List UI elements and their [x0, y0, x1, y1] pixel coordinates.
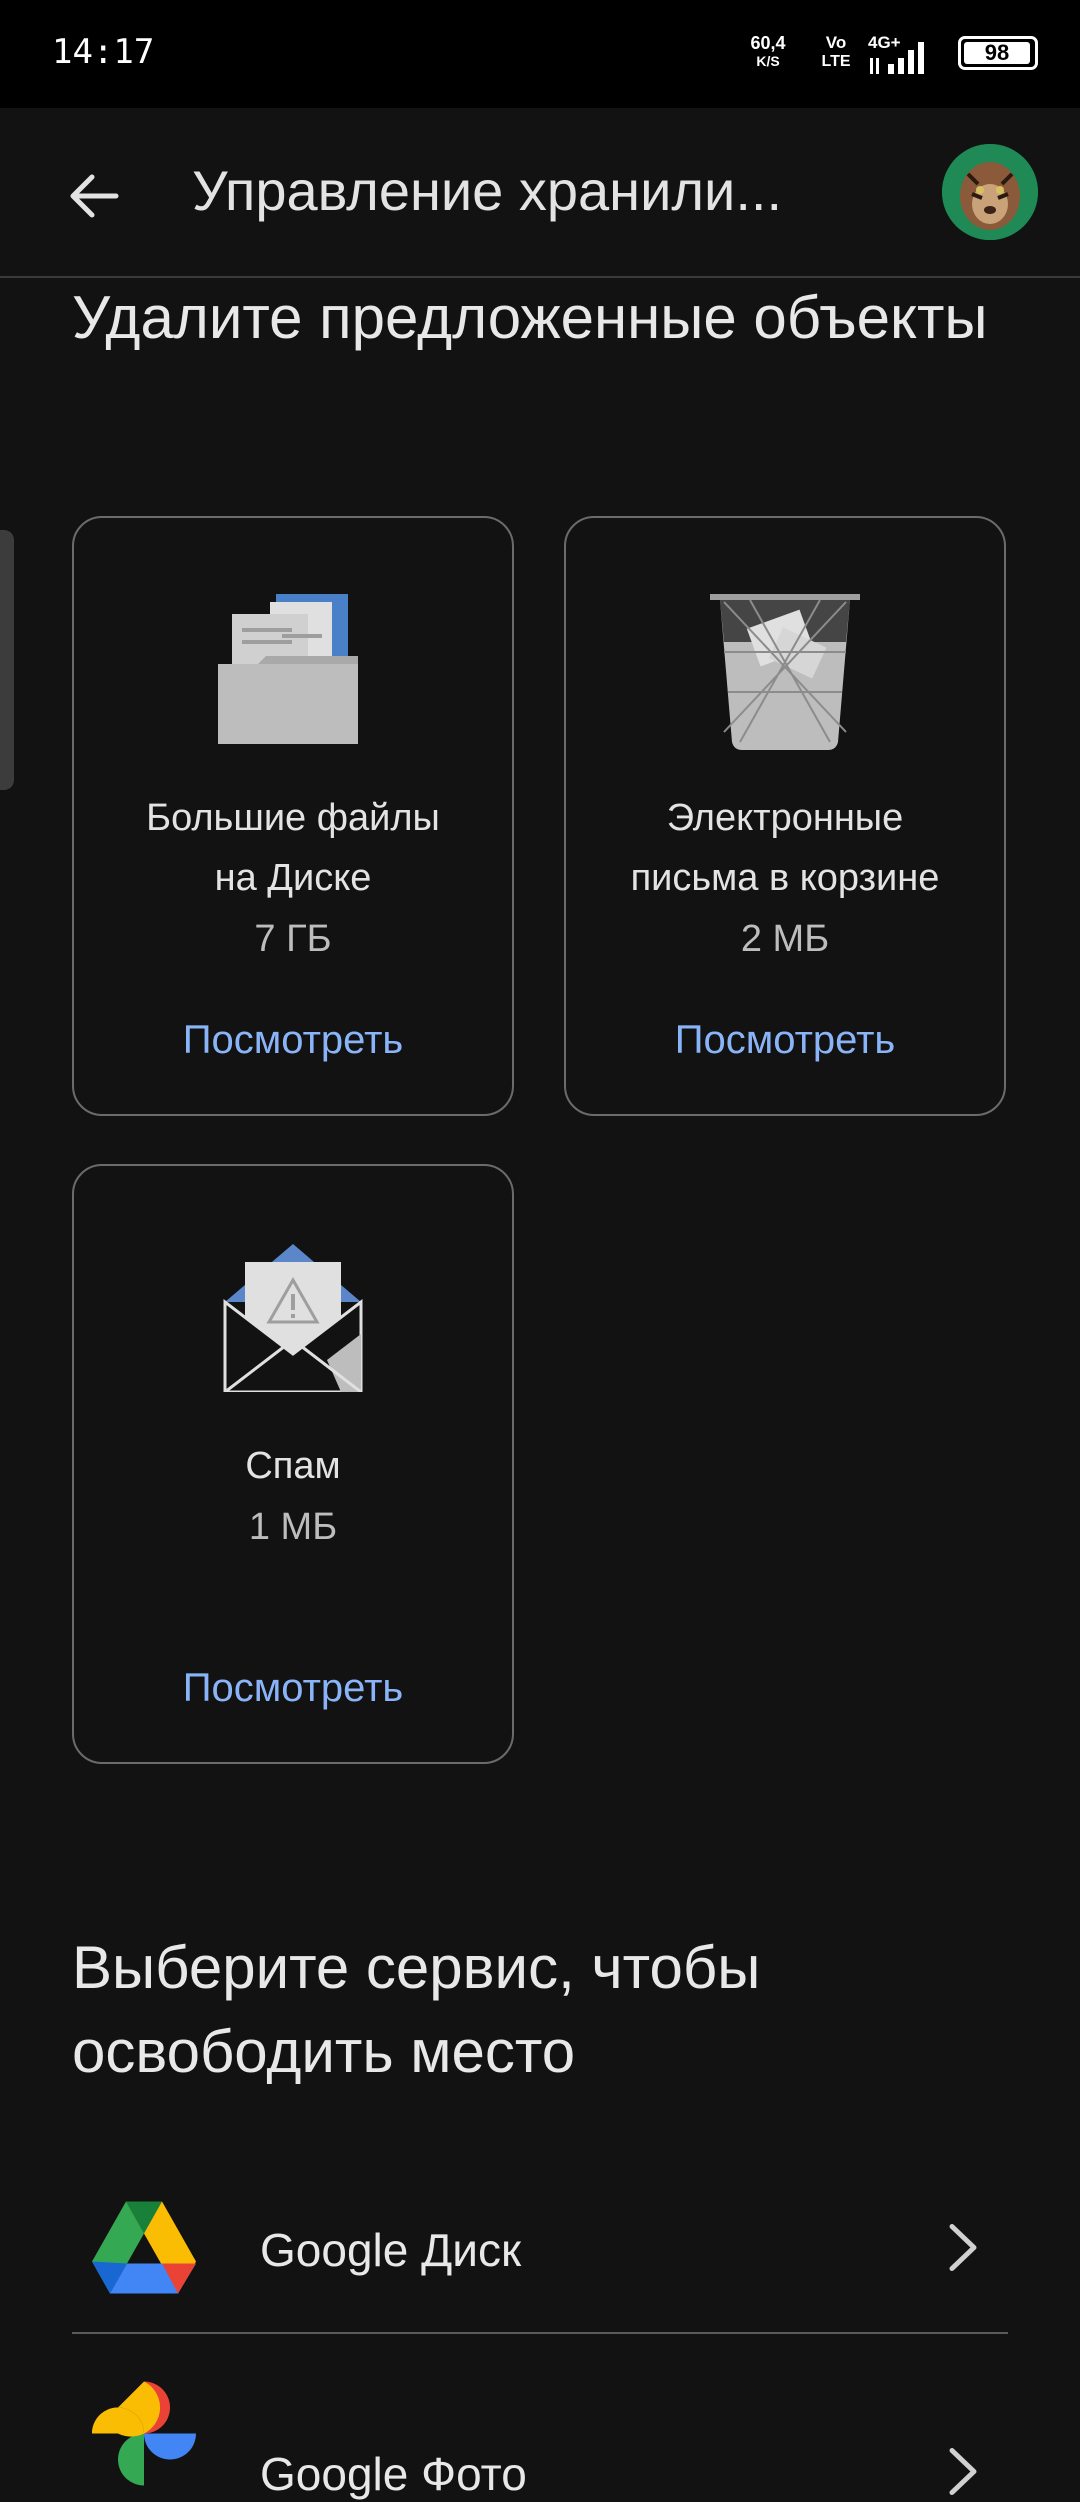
- card-title-line1: Большие файлы: [146, 797, 440, 839]
- spam-envelope-icon: [223, 1242, 363, 1394]
- google-drive-icon: [92, 2201, 196, 2299]
- large-files-card[interactable]: Большие файлы на Диске 7 ГБ Посмотреть: [72, 516, 514, 1116]
- volte-bottom: LTE: [821, 53, 851, 70]
- view-button[interactable]: Посмотреть: [74, 1018, 512, 1063]
- view-button[interactable]: Посмотреть: [566, 1018, 1004, 1063]
- network-speed: 60,4 K/S: [738, 34, 798, 68]
- profile-avatar[interactable]: [942, 144, 1038, 240]
- trash-bin-icon: [710, 592, 860, 752]
- network-type: 4G+: [868, 33, 901, 52]
- network-speed-unit: K/S: [756, 53, 780, 69]
- folder-files-icon: [218, 594, 368, 744]
- card-title-line1: Электронные: [666, 797, 904, 839]
- arrow-back-icon[interactable]: [64, 166, 124, 226]
- chevron-right-icon: [948, 2447, 978, 2502]
- status-time: 14:17: [52, 32, 155, 72]
- card-title-line2: письма в корзине: [630, 857, 940, 899]
- network-speed-value: 60,4: [750, 33, 786, 53]
- app-bar: Управление хранили...: [0, 108, 1080, 278]
- card-title: Спам: [245, 1445, 341, 1487]
- signal-icon: 4G+: [868, 32, 926, 76]
- chevron-right-icon: [948, 2223, 978, 2278]
- card-title-line2: на Диске: [214, 857, 372, 899]
- view-button[interactable]: Посмотреть: [74, 1666, 512, 1711]
- service-google-photos[interactable]: Google Фото: [72, 2340, 1008, 2500]
- page-title: Управление хранили...: [192, 159, 782, 222]
- edge-panel-handle[interactable]: [0, 530, 14, 790]
- card-size: 7 ГБ: [254, 918, 332, 960]
- status-icons: 60,4 K/S Vo LTE 4G+ 98: [718, 30, 1038, 80]
- battery-icon: 98: [958, 36, 1038, 70]
- suggested-section-title: Удалите предложенные объекты: [72, 284, 988, 351]
- services-section-title: Выберите сервис, чтобы освободить место: [72, 1934, 761, 2085]
- google-photos-icon: [92, 2381, 196, 2491]
- battery-level: 98: [964, 42, 1030, 64]
- service-label: Google Фото: [260, 2448, 527, 2500]
- trash-emails-card[interactable]: Электронные письма в корзине 2 МБ Посмот…: [564, 516, 1006, 1116]
- card-size: 2 МБ: [740, 918, 830, 960]
- spam-card[interactable]: Спам 1 МБ Посмотреть: [72, 1164, 514, 1764]
- card-size: 1 МБ: [248, 1506, 338, 1548]
- divider: [72, 2332, 1008, 2334]
- volte-top: Vo: [825, 33, 847, 52]
- service-google-drive[interactable]: Google Диск: [72, 2170, 1008, 2330]
- volte-indicator: Vo LTE: [814, 34, 858, 70]
- service-label: Google Диск: [260, 2224, 522, 2276]
- status-bar: 14:17 60,4 K/S Vo LTE 4G+ 98: [0, 0, 1080, 108]
